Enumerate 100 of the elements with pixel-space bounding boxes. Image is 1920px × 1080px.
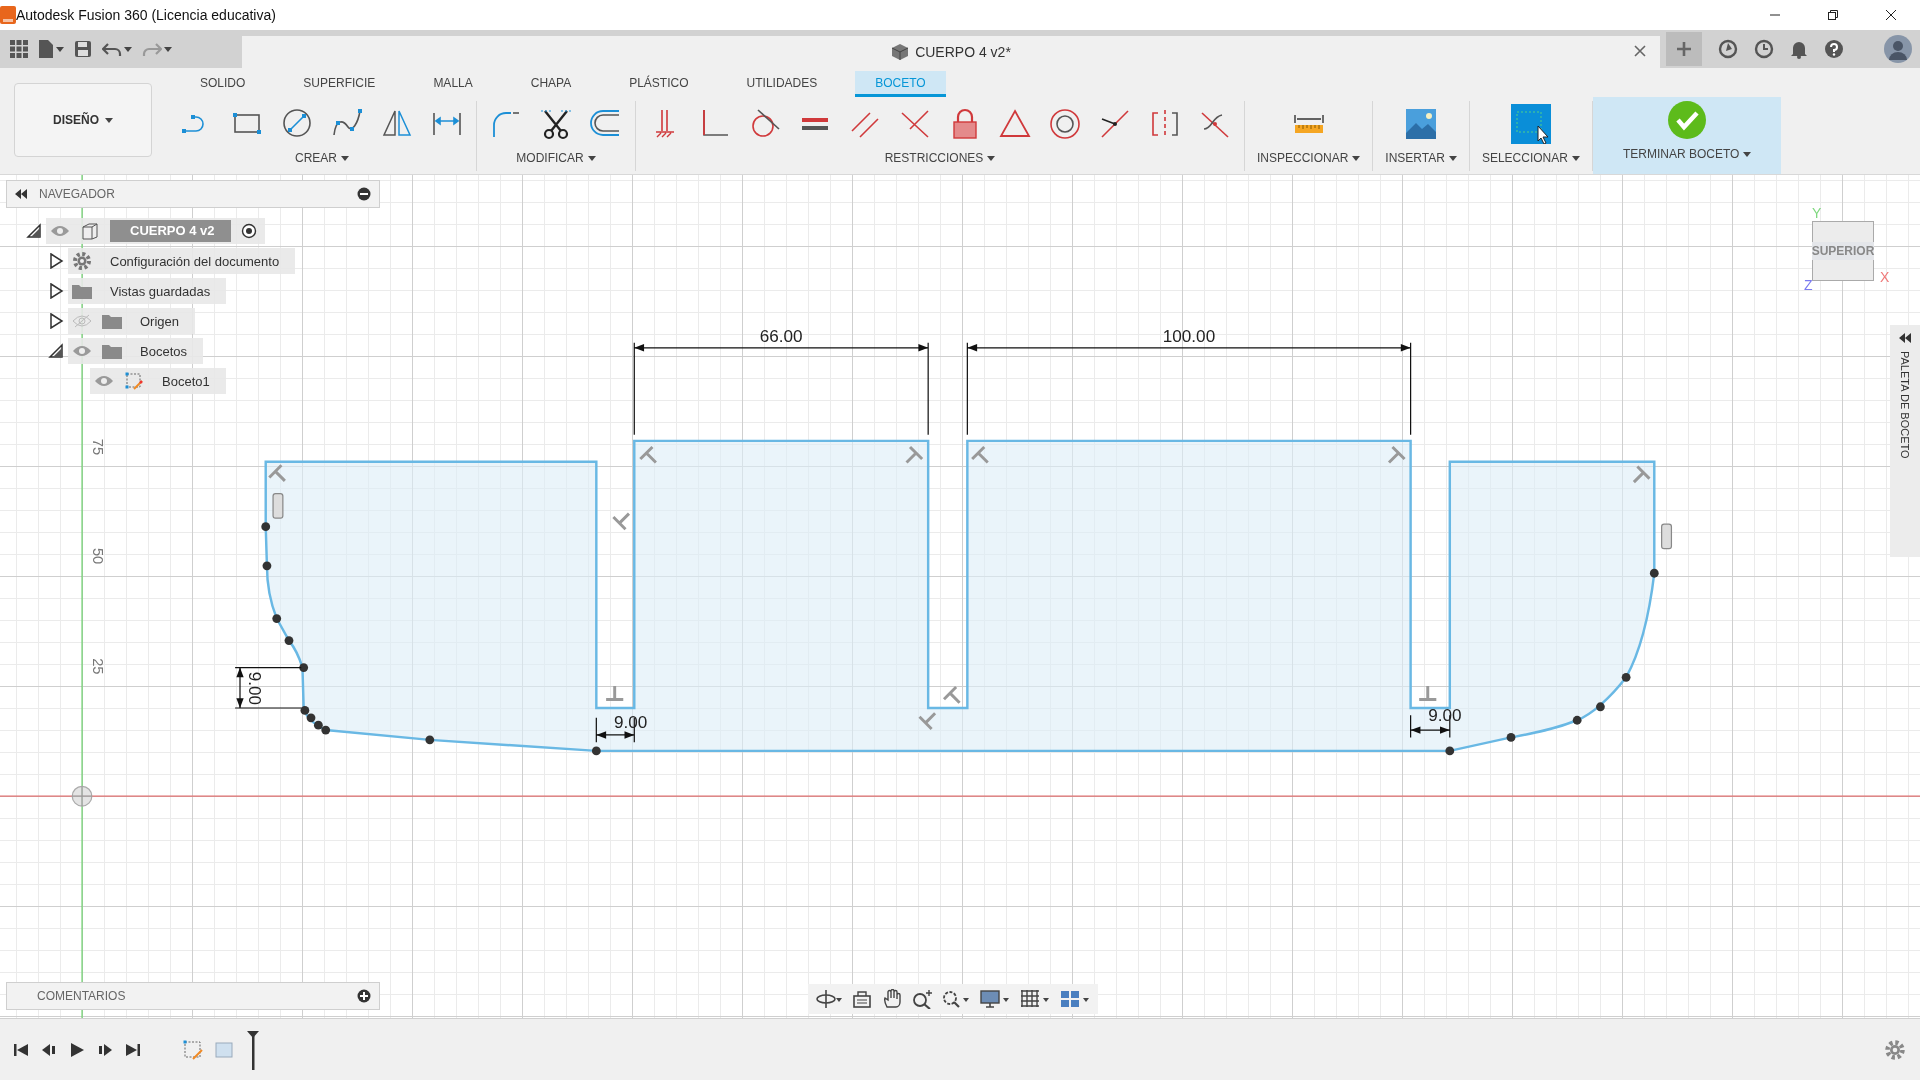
look-at-icon[interactable] xyxy=(852,989,872,1009)
panel-title: COMENTARIOS xyxy=(37,989,126,1003)
spline-point[interactable] xyxy=(1506,733,1516,742)
collapse-panel-icon[interactable] xyxy=(15,189,27,199)
help-icon[interactable] xyxy=(1824,39,1844,59)
tree-item[interactable]: Origen xyxy=(68,308,196,334)
spline-point[interactable] xyxy=(299,663,309,672)
spline-point[interactable] xyxy=(1445,746,1455,756)
tree-item[interactable]: Configuración del documento xyxy=(68,248,296,274)
tree-item[interactable]: Bocetos xyxy=(68,338,203,364)
document-title: CUERPO 4 v2* xyxy=(915,44,1011,60)
pan-hand-icon[interactable] xyxy=(882,989,902,1009)
caret-icon xyxy=(1571,155,1580,161)
constraint-icon[interactable] xyxy=(604,684,625,701)
caret-icon xyxy=(124,46,132,52)
spline-point[interactable] xyxy=(272,614,282,623)
ribbon-tab[interactable]: SOLIDO xyxy=(180,71,266,97)
grid-icon[interactable] xyxy=(1020,989,1050,1009)
display-icon[interactable] xyxy=(980,989,1010,1009)
avatar-icon[interactable] xyxy=(1884,35,1912,63)
workspace-dropdown[interactable]: DISEÑO xyxy=(14,83,152,157)
tool-group-menu[interactable]: RESTRICCIONES xyxy=(884,151,996,165)
plus-circle-icon[interactable] xyxy=(357,989,371,1003)
ribbon-tab[interactable]: CHAPA xyxy=(510,71,592,97)
zoom-icon[interactable] xyxy=(912,989,932,1009)
ribbon-tab[interactable]: SUPERFICIE xyxy=(283,71,396,97)
spline-point[interactable] xyxy=(591,746,601,756)
timeline-marker-icon[interactable] xyxy=(246,1029,260,1070)
tool-group-menu[interactable]: CREAR xyxy=(295,151,349,165)
minus-circle-icon[interactable] xyxy=(357,187,371,201)
tool-group-menu[interactable]: INSPECCIONAR xyxy=(1257,151,1361,165)
caret-icon xyxy=(164,46,172,52)
settings-icon[interactable] xyxy=(1884,1038,1906,1061)
dimension-value[interactable]: 100.00 xyxy=(1162,325,1216,346)
spline-point[interactable] xyxy=(1572,715,1582,725)
panel-title: NAVEGADOR xyxy=(39,187,115,201)
constraint-icon[interactable] xyxy=(970,445,990,464)
clock-icon[interactable] xyxy=(1754,39,1774,59)
orbit-icon[interactable] xyxy=(816,989,842,1009)
constraint-icon[interactable] xyxy=(1632,465,1651,484)
play-icon[interactable] xyxy=(68,1040,86,1059)
expand-panel-icon xyxy=(1899,333,1911,343)
collapsed-arrow-icon[interactable] xyxy=(48,313,64,329)
ribbon-tab[interactable]: UTILIDADES xyxy=(726,71,838,97)
active-radio-icon[interactable] xyxy=(240,223,257,239)
save-icon[interactable] xyxy=(74,40,92,58)
constraint-icon[interactable] xyxy=(942,685,962,705)
ribbon-tab[interactable]: PLÁSTICO xyxy=(609,71,709,97)
constraint-icon[interactable] xyxy=(267,463,287,483)
collapsed-arrow-icon[interactable] xyxy=(48,283,64,299)
constraint-icon[interactable] xyxy=(905,445,924,464)
tool-group-menu[interactable]: MODIFICAR xyxy=(516,151,596,165)
spline-point[interactable] xyxy=(261,522,271,532)
expanded-arrow-icon[interactable] xyxy=(48,343,64,359)
plus-icon[interactable] xyxy=(1676,41,1692,57)
document-tab[interactable]: CUERPO 4 v2* xyxy=(242,36,1660,68)
concentric-icon[interactable] xyxy=(1048,107,1082,141)
spline-point[interactable] xyxy=(284,636,294,645)
spline-point[interactable] xyxy=(425,735,435,745)
spline-point[interactable] xyxy=(321,725,331,735)
tree-item[interactable]: Boceto1 xyxy=(90,368,226,394)
ribbon-tab[interactable]: MALLA xyxy=(413,71,493,97)
tool-group-menu[interactable]: INSERTAR xyxy=(1385,151,1457,165)
constraint-icon[interactable] xyxy=(638,445,658,464)
constraint-icon[interactable] xyxy=(1661,523,1673,550)
viewports-icon[interactable] xyxy=(1060,989,1090,1009)
check-icon[interactable] xyxy=(1667,100,1708,140)
expanded-arrow-icon[interactable] xyxy=(26,223,42,239)
tool-group-menu[interactable]: TERMINAR BOCETO xyxy=(1622,147,1752,161)
image-icon[interactable] xyxy=(1404,107,1439,141)
tool-group-menu[interactable]: SELECCIONAR xyxy=(1481,151,1580,165)
constraint-icon[interactable] xyxy=(611,512,631,531)
zoom-window-icon[interactable] xyxy=(942,989,970,1009)
undo-icon[interactable] xyxy=(102,41,122,57)
spline-point[interactable] xyxy=(1596,702,1605,712)
close-icon[interactable] xyxy=(1885,9,1897,21)
spline-point[interactable] xyxy=(262,561,272,571)
caret-icon xyxy=(1743,151,1752,157)
caret-icon xyxy=(56,46,64,52)
select-icon[interactable] xyxy=(1510,104,1551,144)
dimension-value[interactable]: 66.00 xyxy=(759,325,803,346)
spline-point[interactable] xyxy=(1621,672,1631,682)
apps-grid-icon[interactable] xyxy=(10,40,28,58)
constraint-icon[interactable] xyxy=(1387,445,1407,464)
scissors-icon[interactable] xyxy=(539,107,573,141)
constraint-icon[interactable] xyxy=(1417,684,1438,701)
collapsed-arrow-icon[interactable] xyxy=(48,253,64,269)
dimension-value[interactable]: 9.00 xyxy=(244,671,265,706)
file-icon[interactable] xyxy=(38,39,54,59)
spline-point[interactable] xyxy=(313,720,323,730)
tree-item[interactable]: Vistas guardadas xyxy=(68,278,227,304)
spline-point[interactable] xyxy=(300,706,310,715)
restore-icon[interactable] xyxy=(1827,9,1839,21)
sketch-palette-tab[interactable]: PALETA DE BOCETO xyxy=(1890,325,1920,557)
caret-icon xyxy=(1448,155,1457,161)
spline-point[interactable] xyxy=(306,713,316,723)
dimension-value[interactable]: 9.00 xyxy=(1428,705,1462,726)
spline-point[interactable] xyxy=(1649,568,1659,578)
bell-icon[interactable] xyxy=(1790,39,1808,59)
constraint-icon[interactable] xyxy=(918,711,937,731)
